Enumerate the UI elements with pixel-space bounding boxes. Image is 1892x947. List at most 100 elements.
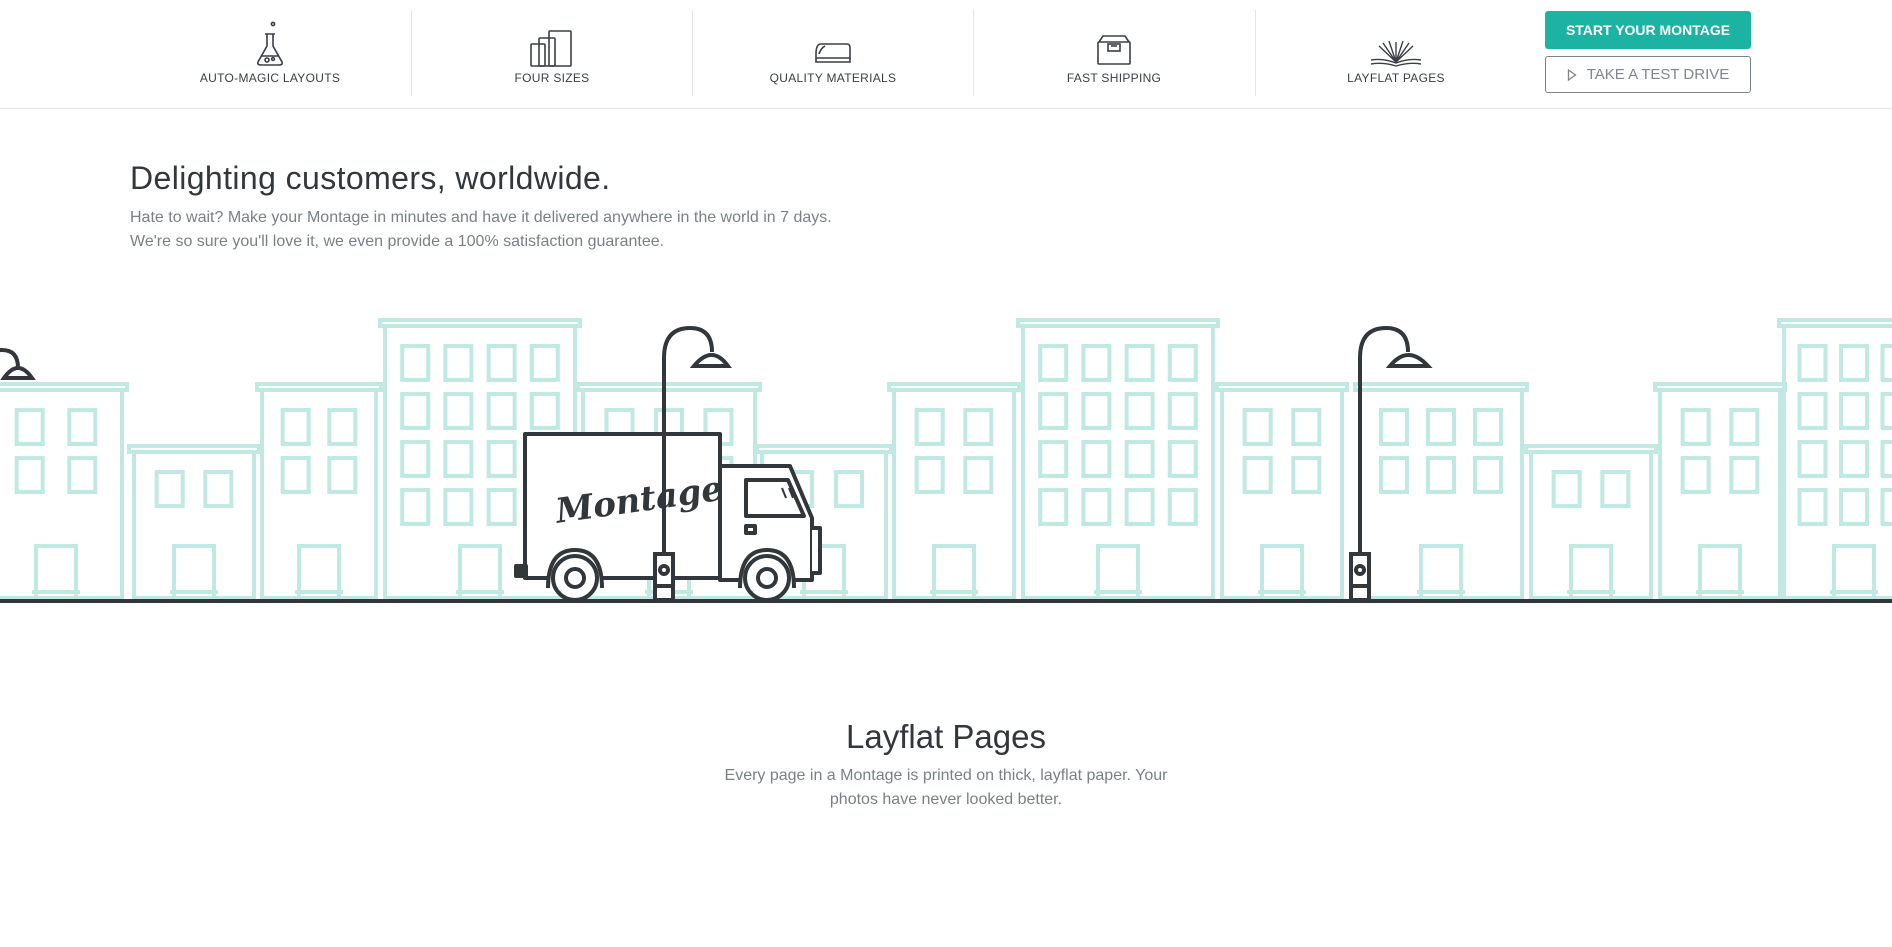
feature-label: LAYFLAT PAGES [1347,71,1445,85]
building [1220,388,1344,600]
building-window [1167,344,1198,382]
building-window [203,470,234,508]
building [132,450,256,600]
buildings [0,318,1892,600]
building-window [1379,456,1409,494]
building-window [963,456,994,494]
hero-line: We're so sure you'll love it, we even pr… [130,233,665,250]
feature-fast-shipping[interactable]: FAST SHIPPING [974,0,1254,108]
building-window [1379,408,1409,446]
building-window [1880,344,1892,382]
building-window [1839,488,1869,526]
building-window [914,408,945,446]
feature-label: FOUR SIZES [514,71,590,85]
building-window [14,408,45,446]
building-window [914,456,945,494]
feature-quality-materials[interactable]: QUALITY MATERIALS [693,0,973,108]
building-cornice [1777,318,1892,328]
building-window [1124,488,1155,526]
building-window [963,408,994,446]
building-window [1797,344,1828,382]
building-window [1242,408,1273,446]
book-cover-icon [693,20,973,68]
building-cornice [576,382,762,392]
building-window [400,440,431,478]
building-window [1291,456,1322,494]
building-window [1797,392,1828,430]
building-cornice [255,382,383,392]
hero-line: Hate to wait? Make your Montage in minut… [130,209,832,226]
building-window [443,488,474,526]
building-window [1426,456,1456,494]
building-cornice [1653,382,1787,392]
building-window [1242,456,1273,494]
building-window [1081,440,1112,478]
building-window [400,488,431,526]
building-window [1880,392,1892,430]
building-window [1680,408,1711,446]
building-window [1551,470,1582,508]
building-window [1038,488,1069,526]
building-window [67,456,98,494]
building-window [529,392,560,430]
building-cornice [1016,318,1220,328]
layflat-line: Every page in a Montage is printed on th… [724,767,1168,784]
layflat-title: Layflat Pages [846,718,1046,755]
building-window [67,408,98,446]
building-window [443,392,474,430]
building-window [1291,408,1322,446]
building-window [1680,456,1711,494]
feature-auto-magic-layouts[interactable]: AUTO-MAGIC LAYOUTS [130,0,410,108]
building-window [1880,440,1892,478]
building-window [280,456,311,494]
building-window [1038,392,1069,430]
building-window [1038,344,1069,382]
street-scene: Montage [0,318,1892,603]
building-window [486,440,517,478]
building-window [1839,344,1869,382]
building-window [1473,408,1503,446]
start-your-montage-button[interactable]: START YOUR MONTAGE [1545,11,1751,49]
building-window [1124,344,1155,382]
test-drive-label: TAKE A TEST DRIVE [1586,66,1730,83]
hero-title: Delighting customers, worldwide. [130,160,611,196]
building-window [486,392,517,430]
building-window [1839,392,1869,430]
feature-label: FAST SHIPPING [1066,71,1162,85]
building-window [327,456,358,494]
building-window [1124,440,1155,478]
building-cornice [1353,382,1529,392]
feature-label: QUALITY MATERIALS [769,71,897,85]
top-navigation: AUTO-MAGIC LAYOUTS FOUR SIZES QUALITY MA… [0,0,1892,109]
building-window [327,408,358,446]
building-cornice [127,444,261,454]
building-window [1167,488,1198,526]
building-window [1167,392,1198,430]
take-a-test-drive-button[interactable]: TAKE A TEST DRIVE [1545,56,1751,93]
building-window [834,470,864,508]
building-window [1729,456,1760,494]
feature-four-sizes[interactable]: FOUR SIZES [412,0,692,108]
building-cornice [0,382,129,392]
building-cornice [755,444,893,454]
building-window [1124,392,1155,430]
building-window [1600,470,1631,508]
layflat-description: Every page in a Montage is printed on th… [646,764,1246,812]
flask-icon [130,20,410,68]
building-window [1729,408,1760,446]
building-cornice [1524,444,1658,454]
play-icon [1567,68,1577,81]
building-window [1038,440,1069,478]
building-cornice [378,318,582,328]
building-window [1426,408,1456,446]
building [260,388,378,600]
building-window [400,344,431,382]
building-window [1167,440,1198,478]
building-window [1081,488,1112,526]
building [1658,388,1782,600]
feature-layflat-pages[interactable]: LAYFLAT PAGES [1256,0,1536,108]
building-window [1839,440,1869,478]
building-window [400,392,431,430]
building-window [1081,344,1112,382]
building-cornice [887,382,1021,392]
